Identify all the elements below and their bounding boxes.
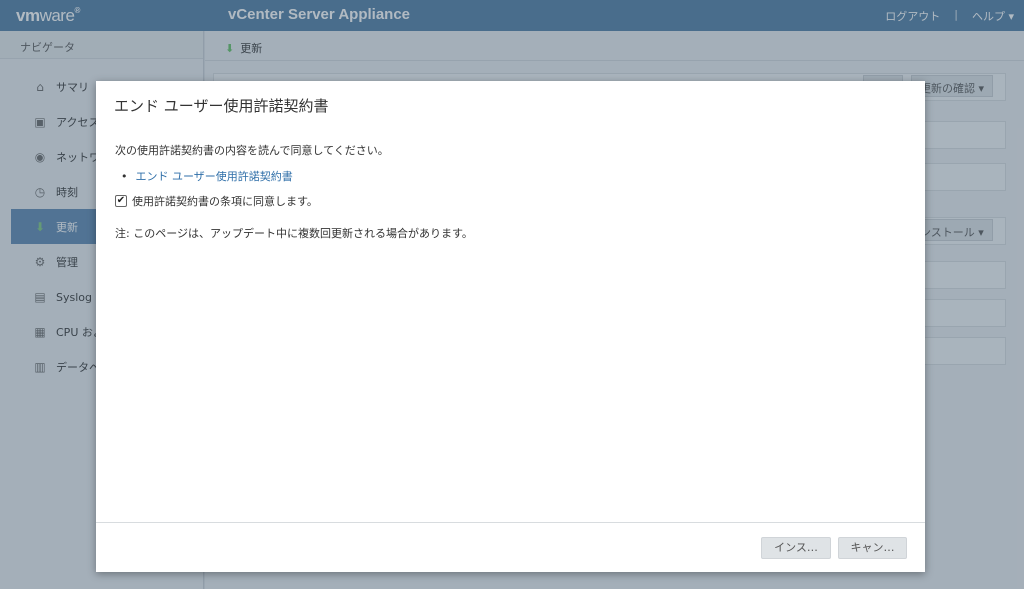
eula-list: エンド ユーザー使用許諾契約書 <box>121 168 895 184</box>
agree-label[interactable]: 使用許諾契約書の条項に同意します。 <box>132 193 318 209</box>
dialog-body: 次の使用許諾契約書の内容を読んで同意してください。 エンド ユーザー使用許諾契約… <box>115 142 895 241</box>
note-text: 注: このページは、アップデート中に複数回更新される場合があります。 <box>115 227 473 240</box>
dialog-footer: インス… キャン… <box>96 522 925 572</box>
agree-row: ✔ 使用許諾契約書の条項に同意します。 <box>115 193 895 209</box>
dialog-title: エンド ユーザー使用許諾契約書 <box>114 97 329 115</box>
eula-dialog: エンド ユーザー使用許諾契約書 次の使用許諾契約書の内容を読んで同意してください… <box>96 81 925 572</box>
agree-checkbox[interactable]: ✔ <box>115 195 127 207</box>
install-button[interactable]: インス… <box>761 537 831 559</box>
list-item: エンド ユーザー使用許諾契約書 <box>121 168 895 184</box>
cancel-button[interactable]: キャン… <box>838 537 907 559</box>
eula-link[interactable]: エンド ユーザー使用許諾契約書 <box>136 170 293 183</box>
intro-text: 次の使用許諾契約書の内容を読んで同意してください。 <box>115 144 389 157</box>
